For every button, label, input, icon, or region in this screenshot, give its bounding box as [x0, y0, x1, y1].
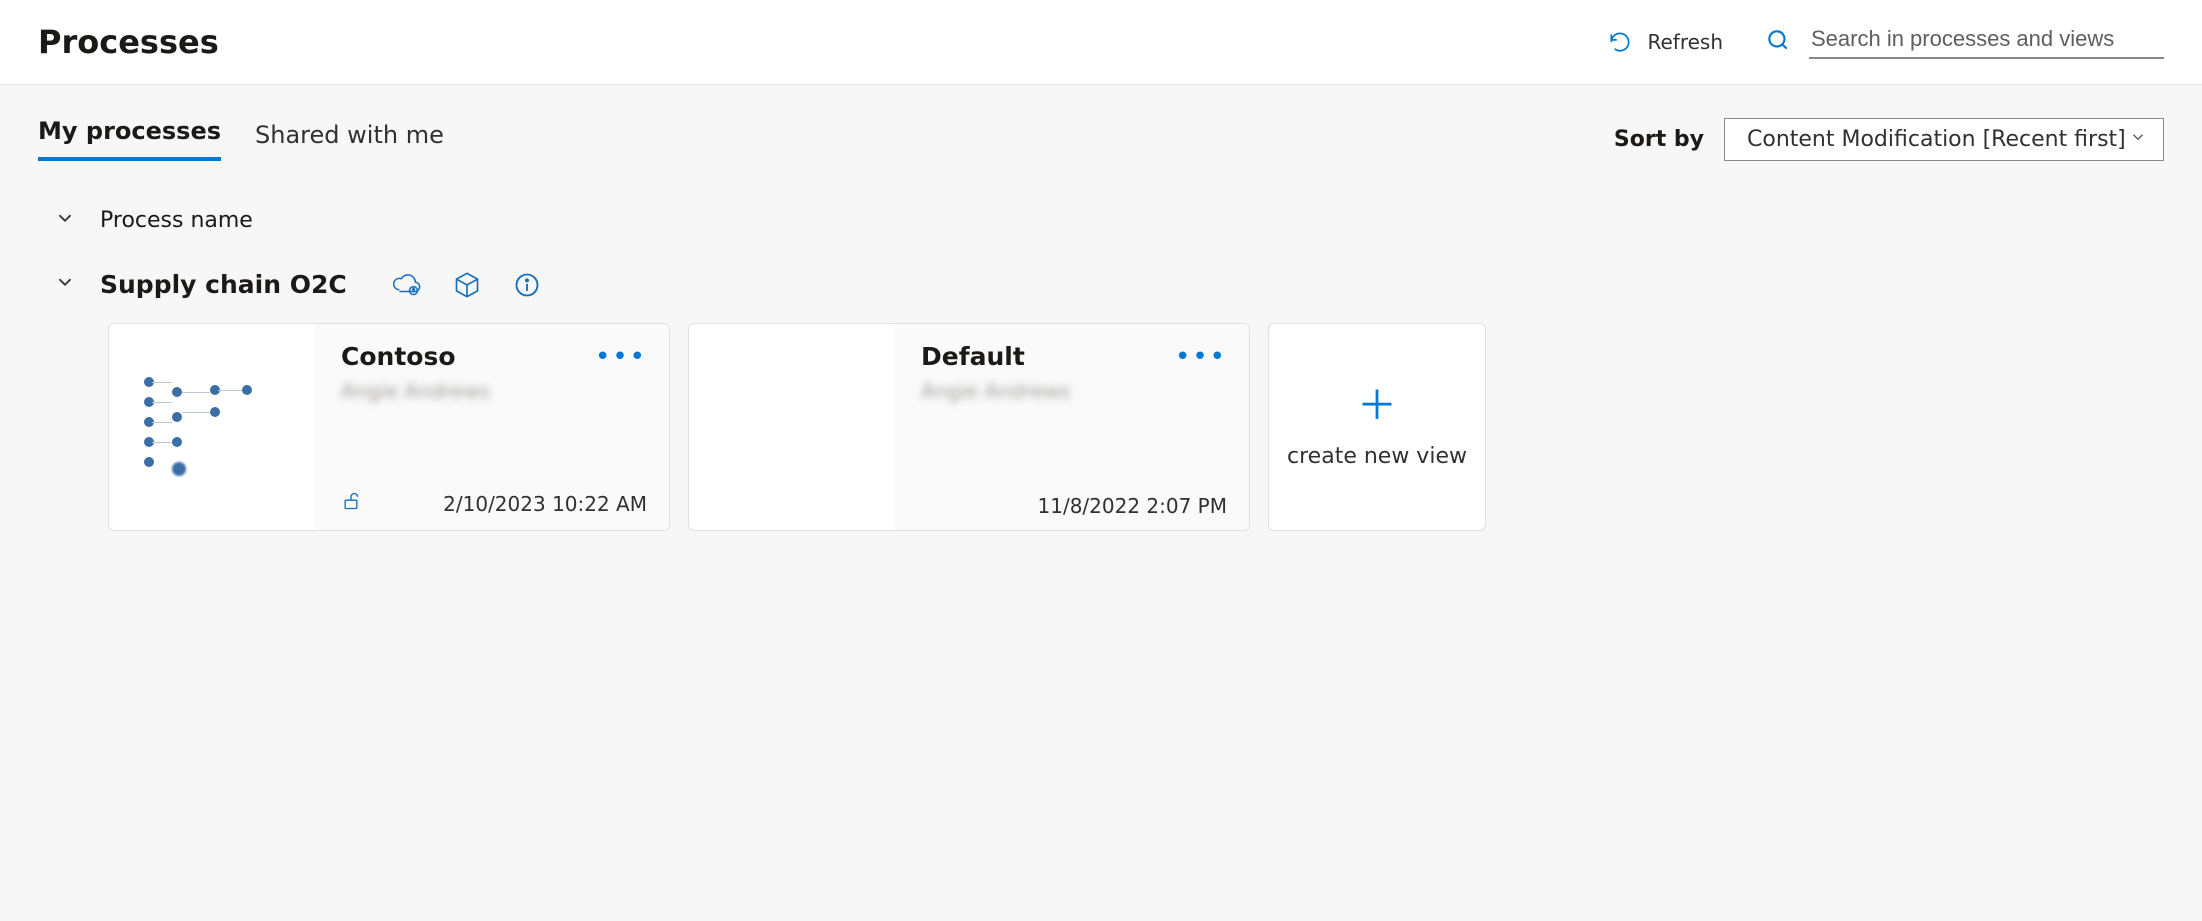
process-name[interactable]: Supply chain O2C — [100, 270, 347, 299]
page-title: Processes — [38, 23, 219, 61]
more-icon: ••• — [595, 342, 647, 372]
view-author: Angie Andrews — [341, 379, 647, 403]
column-header-row[interactable]: Process name — [54, 207, 2164, 234]
column-process-name: Process name — [100, 208, 253, 233]
info-icon[interactable] — [513, 271, 541, 299]
search-icon — [1765, 27, 1791, 58]
process-expand-toggle[interactable] — [54, 271, 76, 298]
sort-by-value: Content Modification [Recent first] — [1747, 127, 2126, 152]
chevron-down-icon — [2129, 127, 2147, 152]
more-icon: ••• — [1175, 342, 1227, 372]
refresh-icon — [1607, 29, 1633, 55]
view-author: Angie Andrews — [921, 379, 1227, 403]
sort-by-select[interactable]: Content Modification [Recent first] — [1724, 118, 2164, 161]
tab-shared-with-me[interactable]: Shared with me — [255, 111, 444, 161]
view-card[interactable]: ••• Contoso Angie Andrews 2/10/2023 10:2… — [108, 323, 670, 531]
card-more-button[interactable]: ••• — [1175, 342, 1227, 372]
view-date: 11/8/2022 2:07 PM — [1038, 494, 1228, 518]
search-field[interactable] — [1809, 25, 2164, 59]
refresh-button[interactable]: Refresh — [1607, 29, 1723, 55]
tab-my-processes[interactable]: My processes — [38, 107, 221, 161]
lock-icon — [341, 489, 361, 518]
create-new-view-label: create new view — [1287, 444, 1467, 469]
search-input[interactable] — [1809, 25, 2164, 53]
view-preview — [109, 324, 315, 530]
view-preview — [689, 324, 895, 530]
sort-by-label: Sort by — [1614, 127, 1704, 152]
plus-icon: ＋ — [1357, 386, 1397, 426]
package-icon[interactable] — [453, 271, 481, 299]
create-new-view-button[interactable]: ＋ create new view — [1268, 323, 1486, 531]
card-more-button[interactable]: ••• — [595, 342, 647, 372]
view-date: 2/10/2023 10:22 AM — [443, 492, 647, 516]
cloud-upload-icon[interactable] — [391, 271, 421, 299]
view-card[interactable]: ••• Default Angie Andrews 11/8/2022 2:07… — [688, 323, 1250, 531]
refresh-label: Refresh — [1647, 30, 1723, 54]
chevron-down-icon — [54, 207, 76, 234]
